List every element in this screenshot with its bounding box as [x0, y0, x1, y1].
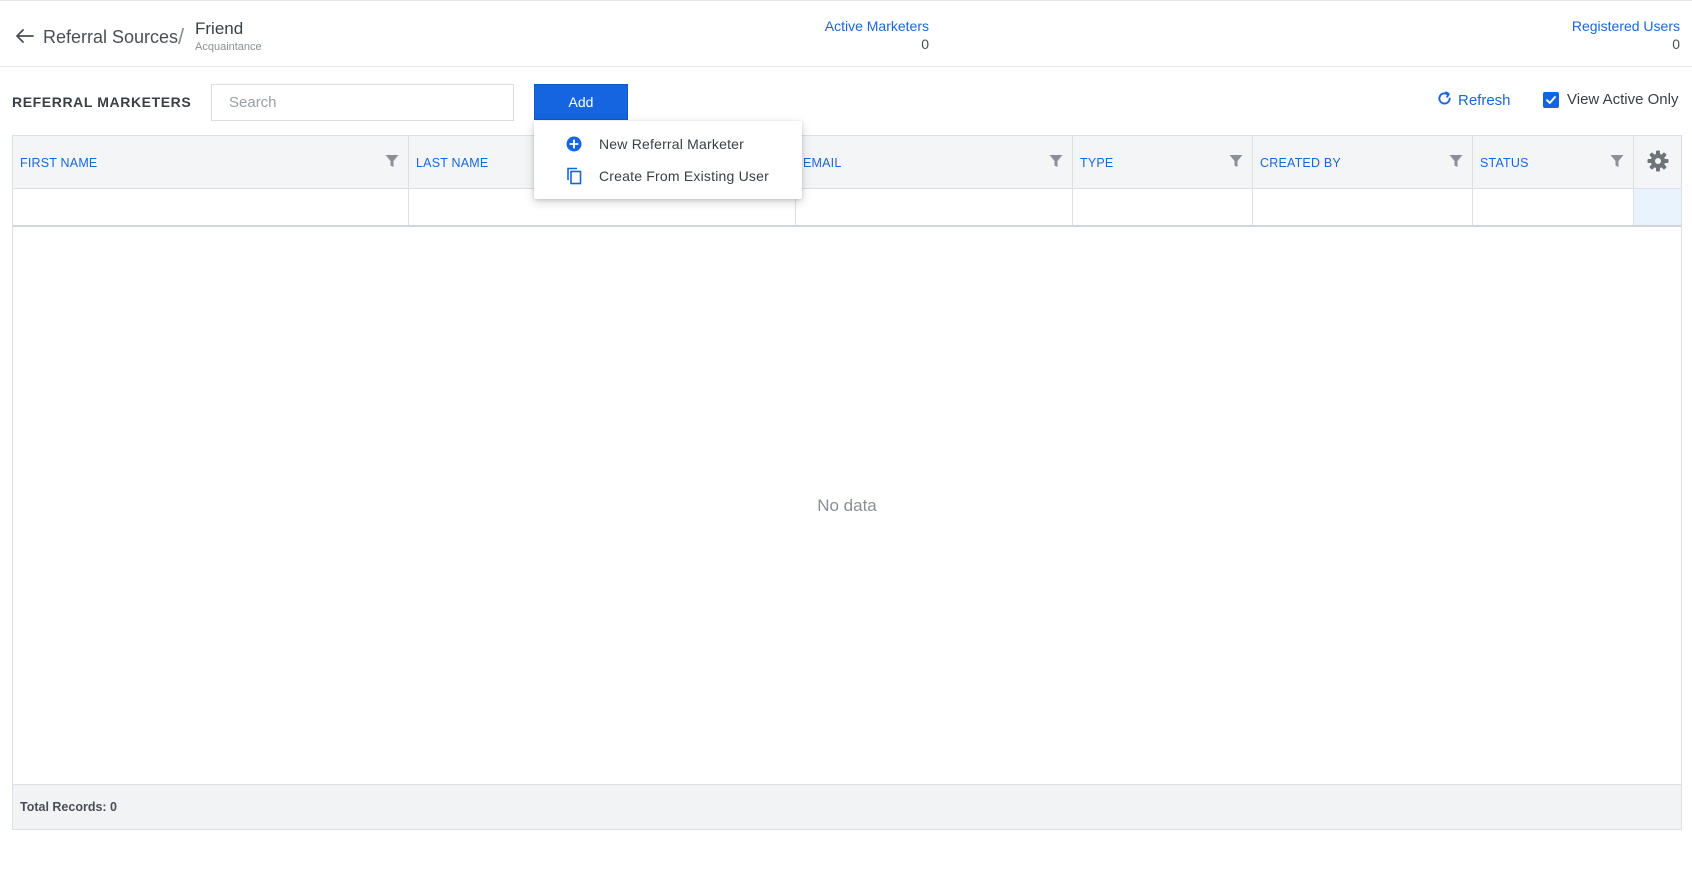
breadcrumb-separator: /	[178, 24, 185, 49]
filter-icon[interactable]	[384, 153, 400, 169]
column-header-status[interactable]: STATUS	[1473, 136, 1634, 189]
grid-footer: Total Records: 0	[13, 784, 1681, 829]
menu-item-label: New Referral Marketer	[599, 136, 745, 152]
column-label: CREATED BY	[1260, 156, 1341, 170]
active-marketers-label: Active Marketers	[824, 18, 929, 34]
active-marketers-value: 0	[921, 36, 929, 52]
refresh-label: Refresh	[1458, 92, 1511, 109]
empty-state-text: No data	[817, 496, 877, 515]
filter-cell-email[interactable]	[796, 189, 1073, 225]
active-marketers-stat[interactable]: Active Marketers 0	[825, 18, 929, 52]
gear-icon[interactable]	[1646, 149, 1672, 175]
refresh-icon	[1437, 91, 1452, 110]
column-label: FIRST NAME	[20, 156, 98, 170]
column-header-first-name[interactable]: FIRST NAME	[13, 136, 409, 189]
search-input[interactable]	[211, 84, 514, 121]
column-header-email[interactable]: EMAIL	[796, 136, 1073, 189]
referral-marketers-grid: FIRST NAME LAST NAME EMAIL TYPE CREATED …	[12, 135, 1682, 830]
menu-item-label: Create From Existing User	[599, 168, 769, 184]
column-header-created-by[interactable]: CREATED BY	[1253, 136, 1473, 189]
view-active-only-label: View Active Only	[1567, 91, 1679, 108]
refresh-button[interactable]: Refresh	[1437, 91, 1511, 110]
filter-cell-type[interactable]	[1073, 189, 1253, 225]
filter-icon[interactable]	[1228, 153, 1244, 169]
menu-item-create-from-existing-user[interactable]: Create From Existing User	[534, 160, 802, 192]
checkbox-checked-icon[interactable]	[1543, 91, 1559, 108]
filter-icon[interactable]	[1609, 153, 1625, 169]
column-label: TYPE	[1080, 156, 1114, 170]
add-dropdown-menu: New Referral Marketer Create From Existi…	[534, 121, 802, 199]
registered-users-label: Registered Users	[1571, 18, 1680, 34]
section-title: REFERRAL MARKETERS	[12, 94, 192, 110]
grid-header-row: FIRST NAME LAST NAME EMAIL TYPE CREATED …	[13, 136, 1681, 189]
filter-cell-created-by[interactable]	[1253, 189, 1473, 225]
page-title: Friend	[195, 19, 244, 38]
breadcrumb-referral-sources[interactable]: Referral Sources	[43, 27, 178, 48]
registered-users-stat[interactable]: Registered Users 0	[1572, 18, 1680, 52]
filter-cell-settings	[1634, 189, 1681, 225]
column-label: EMAIL	[803, 156, 842, 170]
column-header-type[interactable]: TYPE	[1073, 136, 1253, 189]
plus-circle-icon	[565, 135, 583, 153]
filter-icon[interactable]	[1448, 153, 1464, 169]
grid-filter-row	[13, 189, 1681, 227]
add-button[interactable]: Add	[534, 84, 628, 120]
filter-cell-first-name[interactable]	[13, 189, 409, 225]
copy-icon	[565, 167, 583, 185]
registered-users-value: 0	[1672, 36, 1680, 52]
filter-cell-status[interactable]	[1473, 189, 1634, 225]
column-label: STATUS	[1480, 156, 1529, 170]
page-subtitle: Acquaintance	[195, 41, 262, 53]
top-bar: Referral Sources / Friend Acquaintance A…	[0, 0, 1692, 67]
view-active-only-toggle[interactable]: View Active Only	[1543, 91, 1678, 108]
column-label: LAST NAME	[416, 156, 489, 170]
menu-item-new-referral-marketer[interactable]: New Referral Marketer	[534, 128, 802, 160]
back-arrow-icon[interactable]	[14, 25, 36, 47]
filter-icon[interactable]	[1048, 153, 1064, 169]
total-records-text: Total Records: 0	[20, 800, 118, 814]
